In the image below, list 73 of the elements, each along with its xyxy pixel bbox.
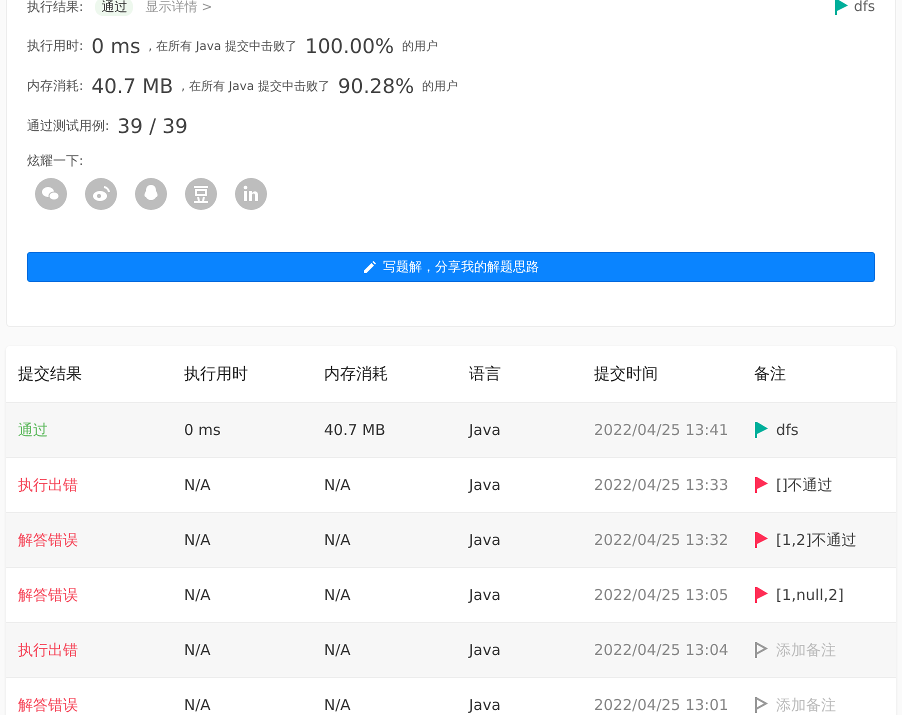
field-label: 执行用时: bbox=[27, 38, 84, 55]
field-label: 执行结果: bbox=[27, 0, 84, 16]
table-cell-text: Java bbox=[469, 641, 502, 659]
status-link[interactable]: 解答错误 bbox=[18, 530, 184, 550]
column-header: 语言 bbox=[469, 364, 502, 384]
column-header: 执行用时 bbox=[184, 364, 249, 384]
details-link[interactable]: 显示详情 > bbox=[145, 0, 212, 16]
table-cell-text: Java bbox=[469, 696, 502, 714]
table-cell-text: Java bbox=[469, 531, 502, 549]
stat-value: 40.7 MB bbox=[91, 74, 174, 98]
flag-icon[interactable] bbox=[834, 0, 848, 16]
table-cell-text: 2022/04/25 13:33 bbox=[594, 476, 730, 494]
note-text: dfs bbox=[776, 421, 799, 439]
note-text: [1,null,2] bbox=[776, 586, 844, 604]
note-text: 添加备注 bbox=[776, 640, 836, 660]
column-header: 内存消耗 bbox=[324, 364, 389, 384]
status-badge: 通过 bbox=[95, 0, 134, 16]
table-cell-text: N/A bbox=[184, 696, 212, 714]
table-cell-text: N/A bbox=[184, 476, 212, 494]
percentile-value: 100.00% bbox=[304, 34, 394, 58]
table-cell-text: 2022/04/25 13:41 bbox=[594, 421, 730, 439]
table-cell-text: 2022/04/25 13:01 bbox=[594, 696, 730, 714]
qq-icon[interactable] bbox=[135, 178, 167, 210]
write-solution-button[interactable]: 写题解，分享我的解题思路 bbox=[27, 252, 875, 282]
table-cell-text: N/A bbox=[184, 586, 212, 604]
table-cell-text: N/A bbox=[184, 641, 212, 659]
stat-text: , 在所有 Java 提交中击败了 bbox=[148, 38, 297, 54]
field-label: 通过测试用例: bbox=[27, 118, 110, 135]
pencil-icon bbox=[363, 260, 377, 274]
table-cell-text: Java bbox=[469, 421, 502, 439]
stat-text: , 在所有 Java 提交中击败了 bbox=[181, 78, 330, 94]
field-label: 内存消耗: bbox=[27, 78, 84, 95]
column-header: 提交时间 bbox=[594, 364, 659, 384]
table-cell-text: N/A bbox=[324, 696, 352, 714]
status-link[interactable]: 解答错误 bbox=[18, 696, 184, 714]
note-text: dfs bbox=[854, 0, 875, 15]
status-link[interactable]: 执行出错 bbox=[18, 640, 184, 660]
flag-icon[interactable] bbox=[754, 641, 768, 659]
table-cell-text: N/A bbox=[184, 531, 212, 549]
note-text: []不通过 bbox=[776, 476, 833, 494]
note-text: [1,2]不通过 bbox=[776, 530, 857, 550]
status-link[interactable]: 执行出错 bbox=[18, 476, 184, 494]
table-cell-text: Java bbox=[469, 586, 502, 604]
table-cell-text: Java bbox=[469, 476, 502, 494]
flag-icon[interactable] bbox=[754, 421, 768, 439]
status-link[interactable]: 通过 bbox=[18, 420, 184, 440]
stat-value: 39 / 39 bbox=[117, 114, 188, 138]
flag-icon[interactable] bbox=[754, 476, 768, 494]
table-cell-text: 2022/04/25 13:04 bbox=[594, 641, 730, 659]
table-cell-text: N/A bbox=[324, 476, 352, 494]
wechat-icon[interactable] bbox=[35, 178, 67, 210]
flag-icon[interactable] bbox=[754, 531, 768, 549]
column-header: 提交结果 bbox=[18, 364, 83, 384]
flag-icon[interactable] bbox=[754, 696, 768, 714]
weibo-icon[interactable] bbox=[85, 178, 117, 210]
table-cell-text: 0 ms bbox=[184, 421, 222, 439]
column-header: 备注 bbox=[754, 364, 787, 384]
douban-icon[interactable] bbox=[185, 178, 217, 210]
note-text: 添加备注 bbox=[776, 696, 836, 714]
percentile-value: 90.28% bbox=[338, 74, 414, 98]
table-cell-text: 2022/04/25 13:05 bbox=[594, 586, 730, 604]
table-cell-text: N/A bbox=[324, 531, 352, 549]
stat-text: 的用户 bbox=[422, 78, 458, 94]
status-link[interactable]: 解答错误 bbox=[18, 586, 184, 604]
share-label: 炫耀一下: bbox=[27, 153, 84, 170]
linkedin-icon[interactable] bbox=[235, 178, 267, 210]
stat-text: 的用户 bbox=[402, 38, 438, 54]
table-cell-text: 2022/04/25 13:32 bbox=[594, 531, 730, 549]
table-cell-text: N/A bbox=[324, 586, 352, 604]
stat-value: 0 ms bbox=[91, 34, 140, 58]
table-cell-text: 40.7 MB bbox=[324, 421, 386, 439]
table-cell-text: N/A bbox=[324, 641, 352, 659]
flag-icon[interactable] bbox=[754, 586, 768, 604]
